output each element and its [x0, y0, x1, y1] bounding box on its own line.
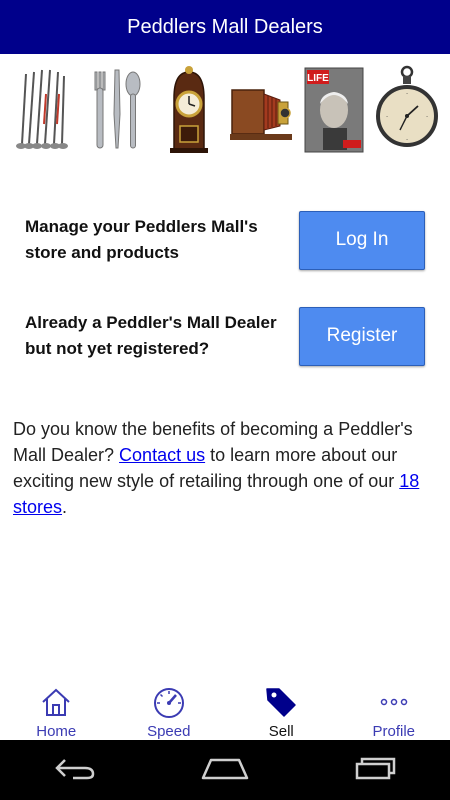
silverware-image — [85, 64, 147, 154]
svg-text:·: · — [406, 90, 408, 98]
dealer-benefits-text: Do you know the benefits of becoming a P… — [13, 416, 438, 520]
register-button[interactable]: Register — [299, 306, 425, 366]
tab-speed-label: Speed — [147, 723, 191, 740]
mantel-clock-image — [158, 64, 220, 154]
more-dots-icon — [377, 685, 411, 719]
life-magazine-image: LIFE — [303, 64, 365, 154]
tab-speed[interactable]: Speed — [113, 680, 226, 740]
recents-icon — [353, 756, 397, 785]
page-title: Peddlers Mall Dealers — [127, 15, 323, 38]
tab-sell[interactable]: Sell — [225, 680, 338, 740]
register-section: Already a Peddler's Mall Dealer but not … — [0, 306, 450, 366]
golf-clubs-image — [12, 64, 74, 154]
back-button[interactable] — [45, 750, 105, 790]
back-arrow-icon — [53, 756, 97, 785]
register-description: Already a Peddler's Mall Dealer but not … — [25, 313, 277, 358]
life-logo-text: LIFE — [307, 73, 329, 84]
android-nav-bar — [0, 740, 450, 800]
app-header: Peddlers Mall Dealers — [0, 0, 450, 54]
home-nav-button[interactable] — [195, 750, 255, 790]
antique-camera-image — [230, 64, 293, 154]
svg-text:·: · — [406, 136, 408, 144]
recents-button[interactable] — [345, 750, 405, 790]
tab-profile[interactable]: Profile — [338, 680, 450, 740]
speedometer-icon — [152, 685, 186, 719]
svg-text:·: · — [426, 113, 428, 121]
tab-home-label: Home — [36, 723, 77, 740]
login-section: Manage your Peddlers Mall's store and pr… — [0, 210, 450, 270]
login-description: Manage your Peddlers Mall's store and pr… — [25, 217, 258, 262]
tab-sell-label: Sell — [268, 723, 294, 740]
svg-text:·: · — [386, 113, 388, 121]
tab-profile-label: Profile — [372, 723, 416, 740]
tag-icon — [264, 685, 298, 719]
banner-strip: LIFE · · · · — [0, 54, 450, 164]
home-icon — [39, 685, 73, 719]
home-outline-icon — [201, 756, 249, 785]
tab-home[interactable]: Home — [0, 680, 113, 740]
info-text-after: . — [62, 497, 68, 517]
login-button[interactable]: Log In — [299, 210, 425, 270]
bottom-tab-bar: Home Speed Sell Profile — [0, 680, 450, 740]
pocket-watch-image: · · · · — [375, 64, 438, 154]
contact-us-link[interactable]: Contact us — [119, 445, 205, 465]
